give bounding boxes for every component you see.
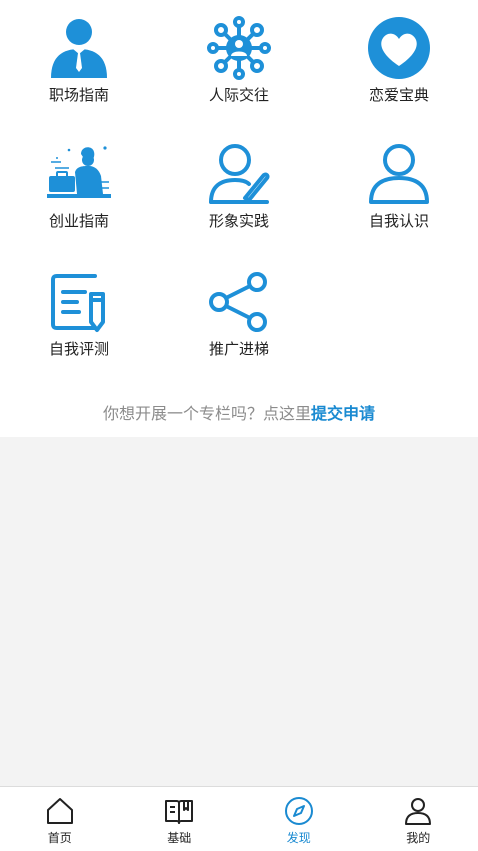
tab-mine[interactable]: 我的 bbox=[359, 787, 478, 851]
tab-basics[interactable]: 基础 bbox=[120, 787, 240, 851]
tile-label: 推广进梯 bbox=[209, 340, 269, 358]
person-pen-icon bbox=[207, 142, 271, 206]
tile-image-practice[interactable]: 形象实践 bbox=[174, 128, 304, 238]
tab-home[interactable]: 首页 bbox=[0, 787, 120, 851]
document-edit-icon bbox=[47, 270, 111, 334]
tile-social-interaction[interactable]: 人际交往 bbox=[174, 2, 304, 112]
tab-discover[interactable]: 发现 bbox=[239, 787, 359, 851]
entrepreneur-icon bbox=[47, 142, 111, 206]
tile-love-guide[interactable]: 恋爱宝典 bbox=[334, 2, 464, 112]
tab-label: 发现 bbox=[287, 829, 311, 846]
tile-label: 自我评测 bbox=[49, 340, 109, 358]
tile-startup-guide[interactable]: 创业指南 bbox=[14, 128, 144, 238]
compass-icon bbox=[284, 796, 314, 826]
tile-label: 创业指南 bbox=[49, 212, 109, 230]
submit-prompt-text: 你想开展一个专栏吗？点这里 bbox=[103, 404, 311, 423]
tile-self-assessment[interactable]: 自我评测 bbox=[14, 256, 144, 366]
bottom-tab-bar: 首页 基础 发现 我的 bbox=[0, 786, 478, 851]
tile-label: 形象实践 bbox=[209, 212, 269, 230]
tile-workplace-guide[interactable]: 职场指南 bbox=[14, 2, 144, 112]
tile-label: 人际交往 bbox=[209, 86, 269, 104]
home-icon bbox=[45, 796, 75, 826]
tile-promotion-ladder[interactable]: 推广进梯 bbox=[174, 256, 304, 366]
tab-label: 基础 bbox=[167, 829, 191, 846]
tile-label: 职场指南 bbox=[49, 86, 109, 104]
submit-column-prompt: 你想开展一个专栏吗？点这里提交申请 bbox=[0, 400, 478, 428]
network-icon bbox=[207, 16, 271, 80]
user-icon bbox=[367, 142, 431, 206]
tab-label: 我的 bbox=[406, 829, 430, 846]
submit-application-link[interactable]: 提交申请 bbox=[311, 404, 375, 423]
tile-label: 恋爱宝典 bbox=[369, 86, 429, 104]
profile-icon bbox=[403, 796, 433, 826]
share-icon bbox=[207, 270, 271, 334]
book-icon bbox=[164, 796, 194, 826]
business-person-icon bbox=[47, 16, 111, 80]
feature-panel: 职场指南 bbox=[0, 0, 478, 437]
tab-label: 首页 bbox=[48, 829, 72, 846]
tile-label: 自我认识 bbox=[369, 212, 429, 230]
tile-self-awareness[interactable]: 自我认识 bbox=[334, 128, 464, 238]
heart-icon bbox=[367, 16, 431, 80]
